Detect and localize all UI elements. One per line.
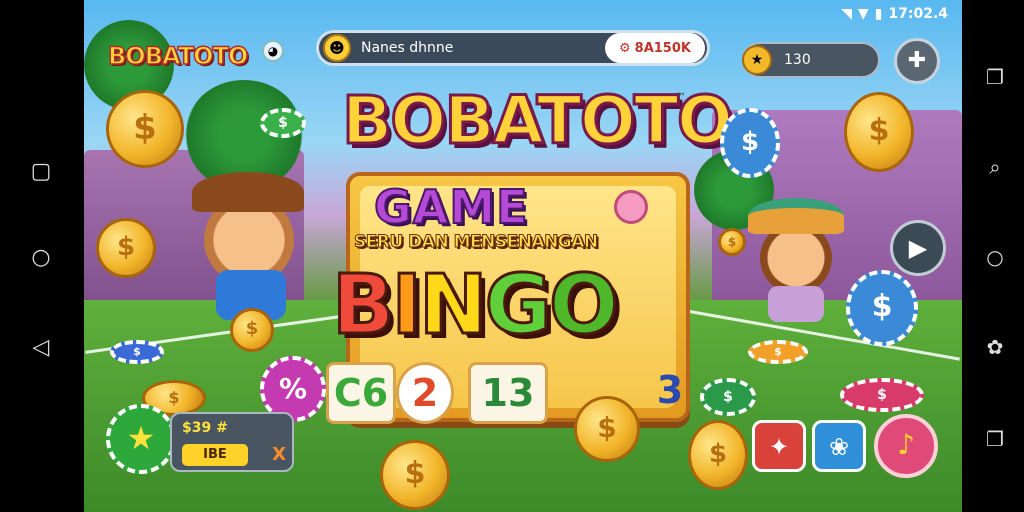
- home-icon[interactable]: ○: [26, 242, 56, 272]
- coin-value: 130: [784, 52, 811, 68]
- chip-decoration: $: [700, 378, 756, 416]
- coin-decoration: $: [574, 396, 640, 462]
- paw-icon[interactable]: ❀: [812, 420, 866, 472]
- player-bar[interactable]: ☻ Nanes dhnne ⚙ 8A150K: [316, 30, 710, 66]
- chip-decoration: $: [748, 340, 808, 364]
- game-screen: ◥ ▼ ▮ 17:02.4 BOBATOTO ◕ ☻ Nanes dhnne ⚙…: [84, 0, 962, 512]
- gear-icon: ⚙: [619, 40, 631, 56]
- girl-body: [768, 286, 824, 322]
- circle-icon[interactable]: ○: [980, 242, 1010, 272]
- coin-decoration: $: [106, 90, 184, 168]
- system-nav-left: ▢ ○ ◁: [0, 0, 84, 512]
- level-value: IBE: [182, 444, 248, 466]
- puzzle-icon[interactable]: ✚: [894, 38, 940, 84]
- number-tile[interactable]: 2: [396, 362, 454, 424]
- coin-decoration: $: [380, 440, 450, 510]
- balance-value: 8A150K: [634, 40, 691, 56]
- signal-icon: ▼: [857, 6, 869, 22]
- status-bar: ◥ ▼ ▮ 17:02.4: [841, 6, 948, 22]
- donut-icon: [614, 190, 648, 224]
- chip-decoration: $: [846, 270, 918, 346]
- coin-decoration: $: [844, 92, 914, 172]
- bell-icon[interactable]: ♪: [874, 414, 938, 478]
- chip-decoration: $: [720, 108, 780, 178]
- player-name: Nanes dhnne: [361, 40, 454, 56]
- battery-icon: ▮: [874, 6, 883, 22]
- balance-badge[interactable]: ⚙ 8A150K: [605, 33, 705, 63]
- coin-decoration: $: [96, 218, 156, 278]
- search-icon[interactable]: ⌕: [980, 152, 1010, 182]
- trademark: ™: [676, 92, 686, 103]
- back-icon[interactable]: ◁: [26, 332, 56, 362]
- game-word: GAME: [373, 179, 529, 235]
- flower-icon[interactable]: ✿: [980, 332, 1010, 362]
- bingo-letter: G: [483, 257, 553, 355]
- game-title: BOBATOTO: [341, 81, 735, 161]
- girl-hat: [748, 198, 844, 234]
- bingo-letter: I: [390, 257, 423, 355]
- coin-decoration: $: [688, 420, 748, 490]
- number-tile[interactable]: 3: [650, 362, 690, 424]
- copy-icon[interactable]: ❐: [980, 62, 1010, 92]
- number-tile[interactable]: C6: [326, 362, 396, 424]
- play-icon[interactable]: ▶: [890, 220, 946, 276]
- bingo-title: BINGO: [331, 257, 621, 355]
- clock: 17:02.4: [888, 6, 948, 22]
- coin-decoration: $: [230, 308, 274, 352]
- star-icon[interactable]: ★: [106, 404, 176, 474]
- level-label: $39 #: [182, 420, 228, 436]
- mascot-icon: ◕: [262, 40, 284, 62]
- window-icon[interactable]: ❐: [980, 424, 1010, 454]
- coin-decoration: $: [718, 228, 746, 256]
- chip-decoration: $: [260, 108, 306, 138]
- chip-decoration: $: [110, 340, 164, 364]
- system-nav-right: ❐ ⌕ ○ ✿ ❐: [962, 0, 1024, 512]
- avatar-icon: ☻: [323, 34, 351, 62]
- number-tile[interactable]: 13: [468, 362, 548, 424]
- gift-icon[interactable]: ✦: [752, 420, 806, 472]
- bingo-letter: N: [418, 257, 490, 355]
- cowboy-hat: [192, 172, 304, 212]
- close-icon[interactable]: X: [272, 444, 286, 465]
- bingo-letter: O: [547, 257, 620, 355]
- tagline: SERU DAN MENSENANGAN: [354, 232, 599, 253]
- recents-icon[interactable]: ▢: [26, 156, 56, 186]
- coin-counter[interactable]: ★ 130: [742, 42, 880, 78]
- wifi-icon: ◥: [841, 6, 852, 22]
- chip-decoration: $: [840, 378, 924, 412]
- level-panel[interactable]: $39 # IBE X: [170, 412, 294, 472]
- app-logo: BOBATOTO: [107, 41, 249, 71]
- bingo-letter: B: [331, 257, 396, 355]
- coin-icon: ★: [742, 45, 772, 75]
